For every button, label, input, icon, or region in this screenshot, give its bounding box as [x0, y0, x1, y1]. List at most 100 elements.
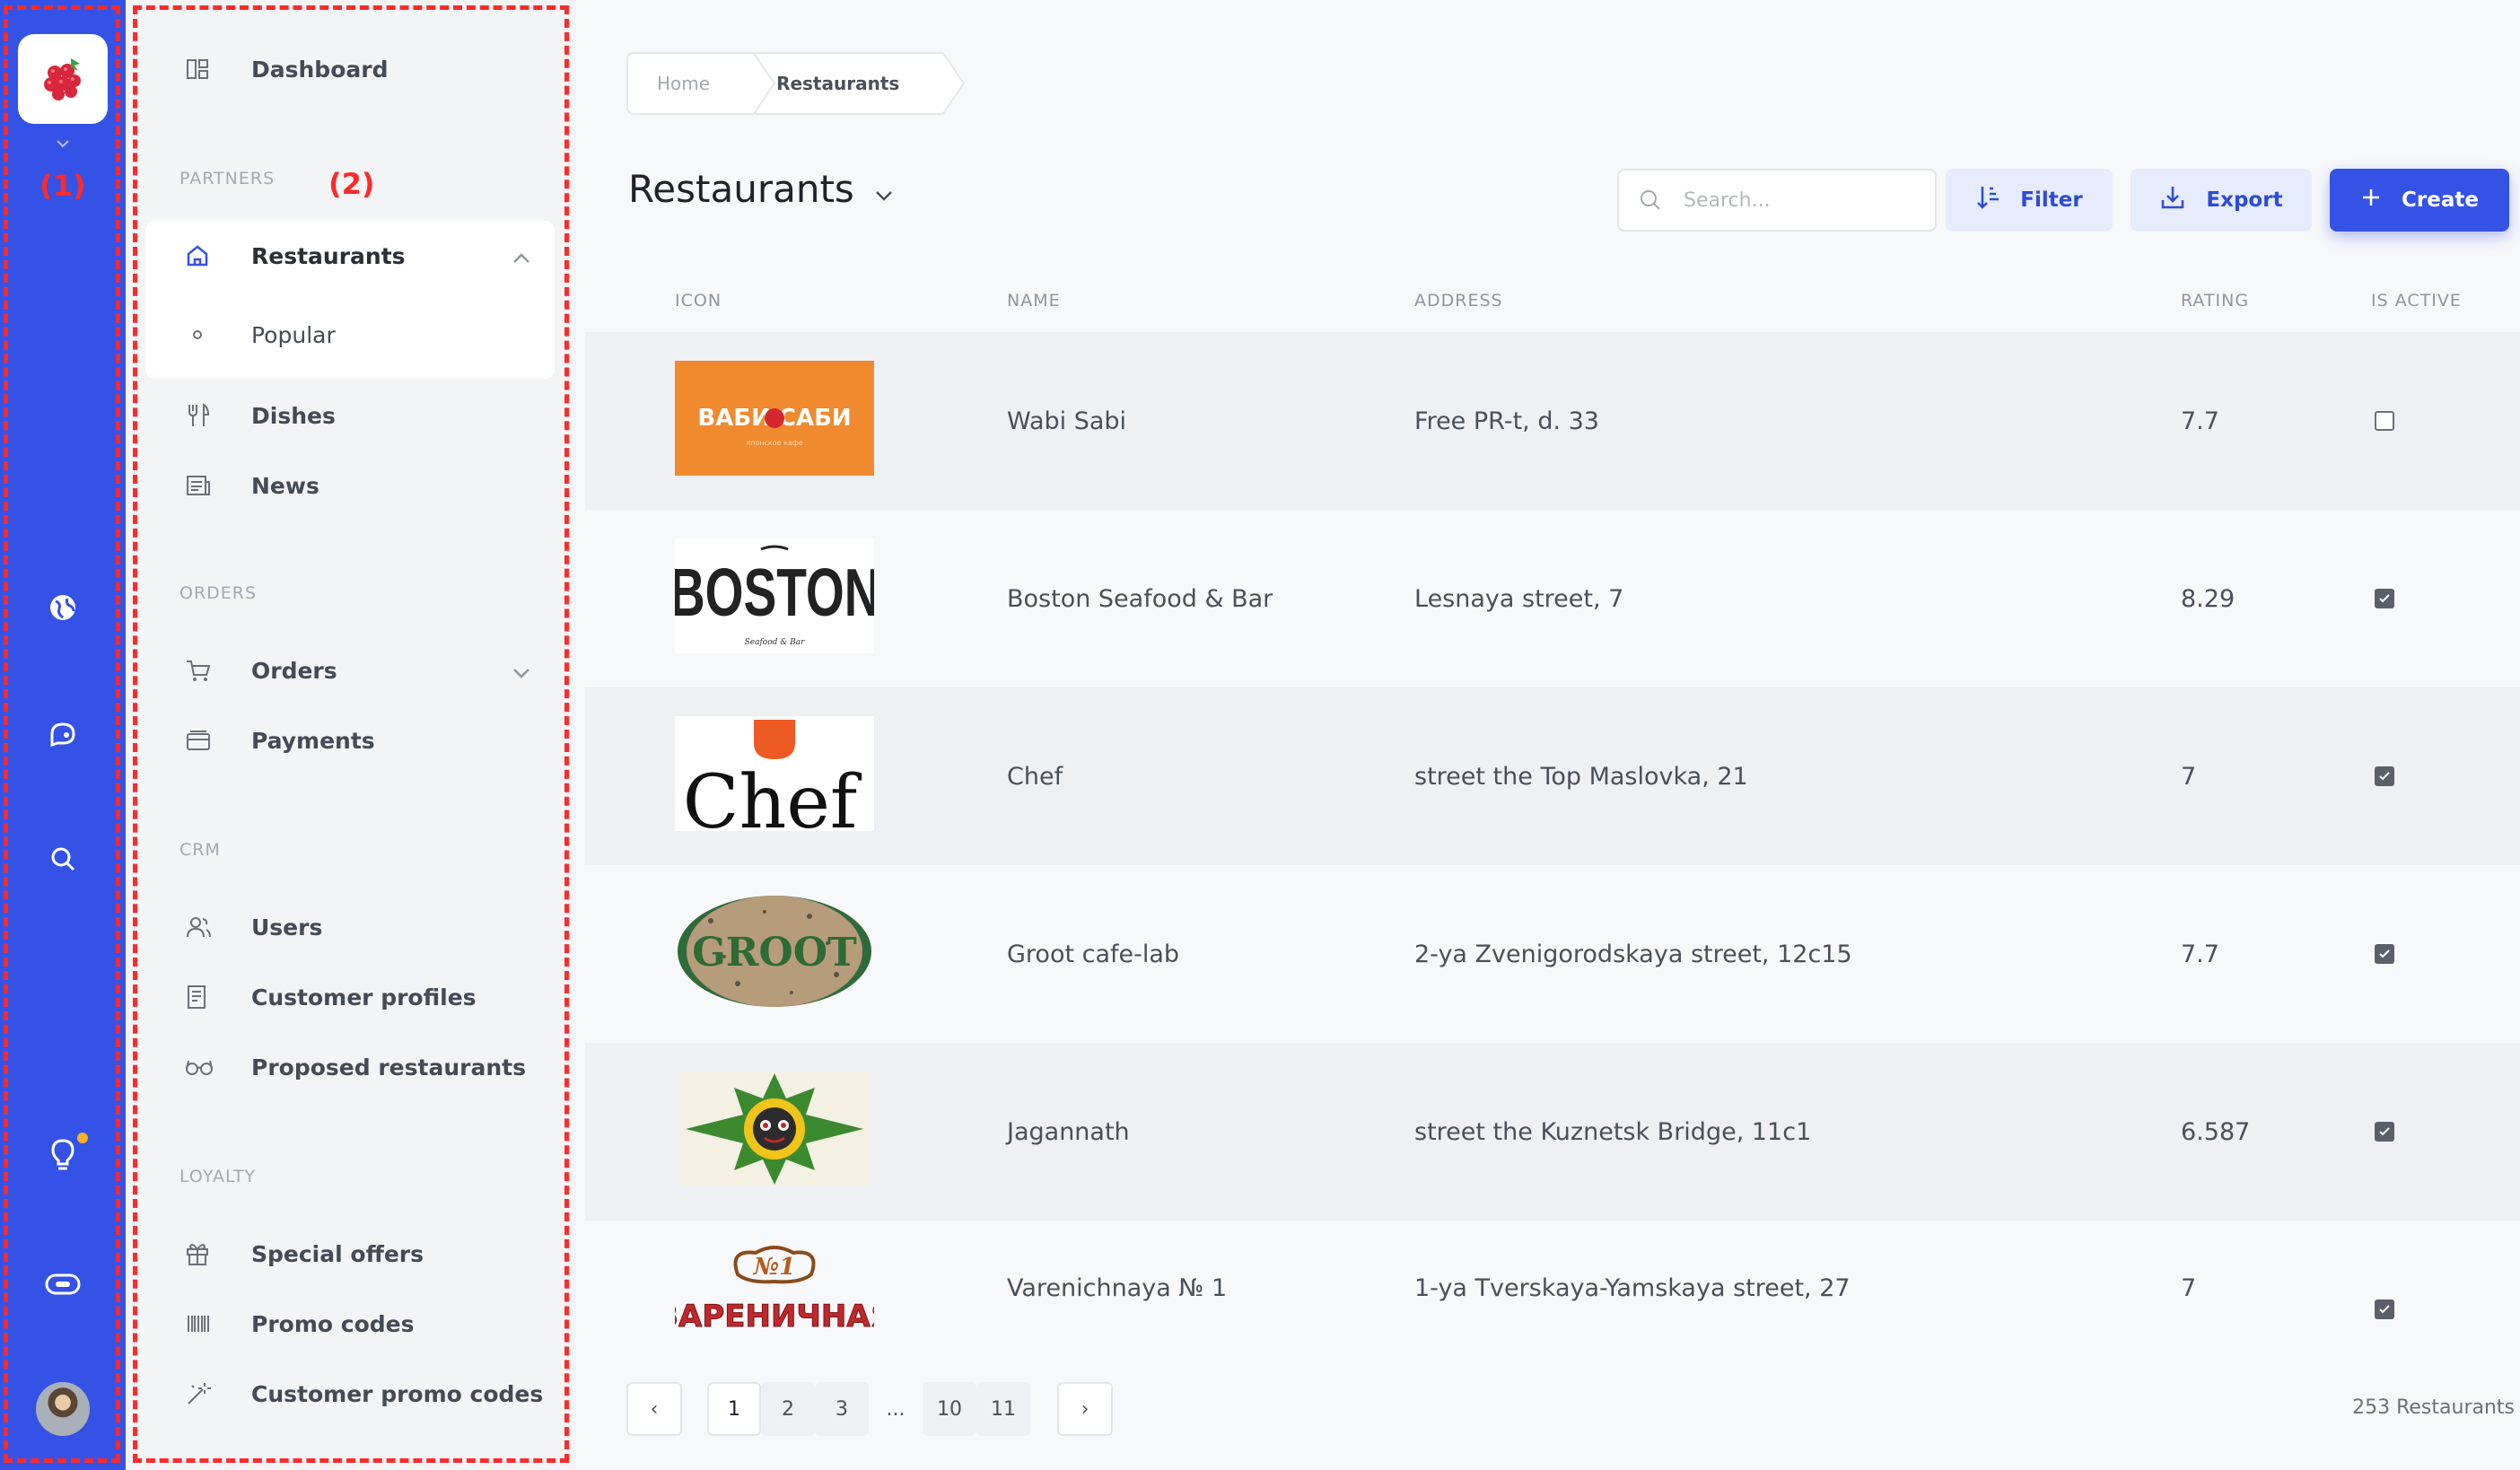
restaurant-address: 2-ya Zvenigorodskaya street, 12c15	[1414, 940, 1852, 968]
breadcrumb: Home Restaurants	[626, 52, 966, 115]
annotation-label-rail: (1)	[39, 169, 86, 203]
sidebar-item-label: Popular	[251, 321, 336, 348]
export-button-label: Export	[2206, 188, 2283, 212]
pagination-page[interactable]: 3	[815, 1382, 869, 1436]
plus-icon	[2360, 187, 2382, 214]
sidebar-item-label: News	[251, 472, 319, 499]
sidebar-item-proposed-restaurants[interactable]: Proposed restaurants	[145, 1032, 555, 1102]
table-header: ICON NAME ADDRESS RATING IS ACTIVE	[585, 275, 2520, 328]
results-count: 253 Restaurants	[2352, 1396, 2515, 1419]
is-active-checkbox[interactable]	[2375, 1299, 2394, 1319]
chevron-up-icon[interactable]	[512, 244, 531, 270]
logo-text: Chef	[683, 760, 862, 831]
sidebar-item-label: Promo codes	[251, 1310, 415, 1337]
toggle-icon[interactable]	[40, 1262, 85, 1307]
is-active-checkbox[interactable]	[2375, 411, 2394, 431]
logo-text: ВАРЕНИЧНАЯ	[675, 1299, 874, 1334]
filter-button[interactable]: Filter	[1946, 169, 2113, 232]
is-active-checkbox[interactable]	[2375, 766, 2394, 786]
table-row[interactable]: GROOT Groot cafe-lab 2-ya Zvenigorodskay…	[585, 865, 2520, 1043]
column-header-is-active[interactable]: IS ACTIVE	[2371, 291, 2462, 311]
export-button[interactable]: Export	[2131, 169, 2312, 232]
sidebar-item-popular[interactable]: Popular	[145, 291, 555, 379]
breadcrumb-current[interactable]: Restaurants	[755, 52, 966, 115]
sidebar-item-label: Proposed restaurants	[251, 1054, 526, 1081]
sidebar-item-customer-promo-codes[interactable]: Customer promo codes	[145, 1359, 555, 1429]
chevron-down-icon[interactable]	[874, 167, 894, 211]
sidebar-item-news[interactable]: News	[145, 451, 555, 521]
restaurant-logo: GROOT	[675, 894, 874, 1009]
search-input[interactable]	[1684, 188, 1917, 212]
column-header-name[interactable]: NAME	[1007, 291, 1061, 311]
restaurant-logo: Chef	[675, 716, 874, 831]
is-active-checkbox[interactable]	[2375, 1122, 2394, 1142]
table-row[interactable]: ВАБИ САБИ японское кафе Wabi Sabi Free P…	[585, 332, 2520, 510]
sidebar-item-label: Users	[251, 914, 323, 941]
restaurant-name[interactable]: Varenichnaya № 1	[1007, 1221, 1227, 1355]
cart-icon	[145, 658, 217, 683]
pagination-next-button[interactable]: ›	[1057, 1382, 1113, 1436]
chevron-down-icon[interactable]	[512, 659, 531, 685]
sidebar-item-special-offers[interactable]: Special offers	[145, 1219, 555, 1289]
table-row[interactable]: Chef Chef street the Top Maslovka, 21 7	[585, 687, 2520, 865]
avatar[interactable]	[36, 1382, 90, 1436]
chat-icon[interactable]	[40, 713, 85, 757]
restaurant-rating: 7	[2181, 1273, 2197, 1302]
users-icon	[145, 914, 217, 940]
sidebar-item-label: Payments	[251, 727, 375, 754]
pagination-prev-button[interactable]: ‹	[626, 1382, 682, 1436]
cutlery-icon	[145, 402, 217, 429]
restaurant-name[interactable]: Chef	[1007, 687, 1063, 865]
restaurant-rating: 7.7	[2181, 407, 2219, 435]
restaurant-logo: №1 ВАРЕНИЧНАЯ	[675, 1240, 874, 1355]
search-icon[interactable]	[40, 836, 85, 881]
pagination-page[interactable]: 1	[707, 1382, 761, 1436]
restaurant-name[interactable]: Jagannath	[1007, 1043, 1130, 1221]
gift-icon	[145, 1240, 217, 1267]
section-partners: PARTNERS	[179, 169, 276, 188]
dashboard-icon	[145, 57, 217, 82]
sidebar-item-promo-codes[interactable]: Promo codes	[145, 1289, 555, 1359]
restaurant-rating: 8.29	[2181, 584, 2236, 613]
restaurant-name[interactable]: Wabi Sabi	[1007, 332, 1126, 510]
restaurant-address: street the Kuznetsk Bridge, 11c1	[1414, 1117, 1812, 1146]
raspberry-logo-icon[interactable]	[18, 34, 108, 124]
sidebar-item-dishes[interactable]: Dishes	[145, 381, 555, 451]
restaurant-name[interactable]: Groot cafe-lab	[1007, 865, 1179, 1043]
pagination-page[interactable]: 11	[976, 1382, 1030, 1436]
glasses-icon	[145, 1056, 217, 1078]
pagination-page[interactable]: 2	[761, 1382, 815, 1436]
breadcrumb-home[interactable]: Home	[626, 52, 776, 115]
notification-dot	[77, 1133, 88, 1143]
is-active-checkbox[interactable]	[2375, 944, 2394, 964]
sidebar-item-dashboard[interactable]: Dashboard	[145, 34, 555, 104]
home-icon	[145, 243, 217, 268]
wallet-icon	[145, 729, 217, 752]
sidebar-item-customer-profiles[interactable]: Customer profiles	[145, 962, 555, 1032]
column-header-rating[interactable]: RATING	[2181, 291, 2249, 311]
sidebar-item-orders[interactable]: Orders	[145, 635, 555, 705]
table-row[interactable]: Jagannath street the Kuznetsk Bridge, 11…	[585, 1043, 2520, 1221]
column-header-icon[interactable]: ICON	[675, 291, 722, 311]
sidebar-item-payments[interactable]: Payments	[145, 705, 555, 775]
page-title-text: Restaurants	[628, 167, 854, 211]
restaurant-rating: 6.587	[2181, 1117, 2251, 1146]
chevron-down-icon[interactable]	[54, 135, 72, 153]
create-button-label: Create	[2402, 188, 2479, 212]
icon-rail	[0, 0, 126, 1470]
globe-icon[interactable]	[40, 585, 85, 630]
restaurant-logo: BOSTON Seafood & Bar	[675, 538, 874, 653]
create-button[interactable]: Create	[2330, 169, 2509, 232]
sidebar-item-users[interactable]: Users	[145, 892, 555, 962]
is-active-checkbox[interactable]	[2375, 589, 2394, 608]
restaurant-name[interactable]: Boston Seafood & Bar	[1007, 510, 1273, 687]
logo-badge: №1	[753, 1254, 795, 1281]
table-row[interactable]: №1 ВАРЕНИЧНАЯ Varenichnaya № 1 1-ya Tver…	[585, 1221, 2520, 1355]
sidebar-item-restaurants[interactable]: Restaurants	[145, 221, 555, 291]
pagination-page[interactable]: 10	[923, 1382, 976, 1436]
dot-icon	[145, 322, 217, 347]
sidebar-item-label: Customer profiles	[251, 984, 477, 1011]
column-header-address[interactable]: ADDRESS	[1414, 291, 1503, 311]
page-title[interactable]: Restaurants	[628, 167, 894, 211]
table-row[interactable]: BOSTON Seafood & Bar Boston Seafood & Ba…	[585, 510, 2520, 687]
